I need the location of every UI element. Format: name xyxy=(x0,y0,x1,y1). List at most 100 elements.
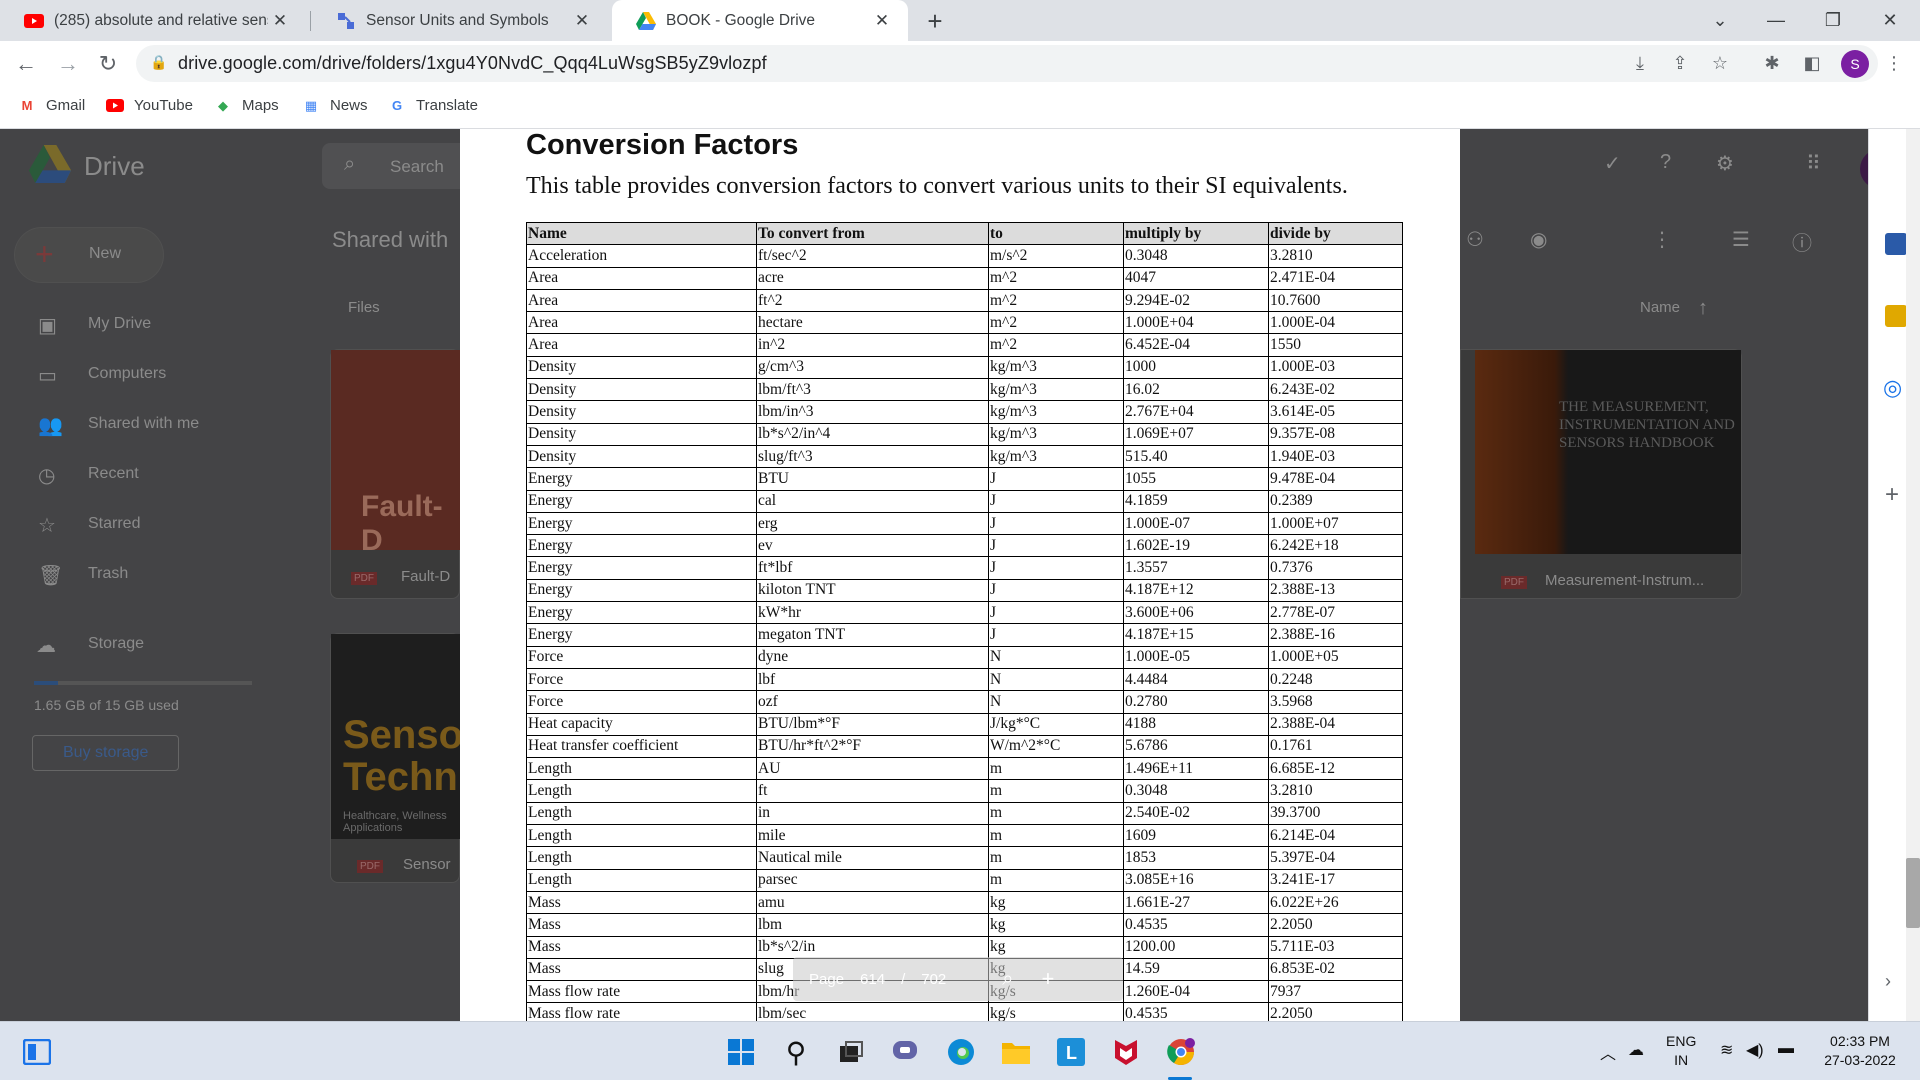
search-input[interactable]: Search xyxy=(322,143,462,189)
table-cell: J xyxy=(988,467,1124,491)
column-header: divide by xyxy=(1268,221,1403,246)
chevron-down-icon[interactable]: ⌄ xyxy=(1690,0,1750,41)
help-icon[interactable]: ? xyxy=(1660,151,1671,174)
nav-storage[interactable]: Storage xyxy=(88,635,144,653)
side-panel-icon[interactable]: ◧ xyxy=(1800,53,1824,74)
app-l-icon[interactable]: L xyxy=(1054,1035,1088,1069)
clock-icon: ◷ xyxy=(38,465,56,487)
page-current[interactable]: 614 xyxy=(860,971,885,988)
volume-icon[interactable]: ◀) xyxy=(1746,1040,1764,1060)
arrow-up-icon[interactable]: ↑ xyxy=(1698,297,1708,320)
zoom-out-icon[interactable]: ⌕ xyxy=(1002,968,1013,991)
table-cell: Area xyxy=(526,266,757,290)
file-card[interactable]: Senso Techn Healthcare, Wellness Applica… xyxy=(330,633,461,883)
table-cell: Length xyxy=(526,779,757,803)
page-indicator[interactable]: Page 614 / 702 ⌕ + xyxy=(793,957,1123,1001)
list-view-icon[interactable]: ☰ xyxy=(1732,227,1750,252)
nav-trash[interactable]: Trash xyxy=(88,565,128,583)
address-bar[interactable]: 🔒 drive.google.com/drive/folders/1xgu4Y0… xyxy=(136,45,1878,82)
table-cell: BTU/hr*ft^2*°F xyxy=(756,734,989,759)
table-cell: 4188 xyxy=(1123,712,1269,736)
file-explorer-icon[interactable] xyxy=(999,1035,1033,1069)
search-icon[interactable]: ⚲ xyxy=(779,1035,813,1069)
add-person-icon[interactable]: ⚇ xyxy=(1466,227,1484,252)
buy-storage-button[interactable]: Buy storage xyxy=(32,735,180,771)
close-icon[interactable]: ✕ xyxy=(268,11,292,31)
file-thumbnail: Fault-D Applica xyxy=(331,350,461,550)
close-window-icon[interactable]: ✕ xyxy=(1860,0,1920,41)
bookmark-youtube[interactable]: YouTube xyxy=(106,97,193,114)
info-icon[interactable]: ⓘ xyxy=(1792,227,1812,256)
share-icon[interactable]: ⇪ xyxy=(1668,53,1692,74)
close-icon[interactable]: ✕ xyxy=(870,11,894,31)
bookmark-gmail[interactable]: M Gmail xyxy=(18,97,86,114)
add-addon-icon[interactable]: + xyxy=(1885,481,1899,509)
chrome-icon[interactable] xyxy=(1164,1035,1198,1069)
table-cell: Mass xyxy=(526,957,757,982)
check-circle-icon[interactable]: ✓ xyxy=(1604,151,1621,176)
bookmark-news[interactable]: ▦ News xyxy=(302,97,368,114)
forward-icon[interactable]: → xyxy=(54,50,82,78)
nav-my-drive[interactable]: My Drive xyxy=(88,315,151,333)
table-cell: lbm/in^3 xyxy=(756,400,989,424)
tasks-icon[interactable]: ◎ xyxy=(1883,375,1902,401)
drive-logo-text[interactable]: Drive xyxy=(84,151,145,182)
gear-icon[interactable]: ⚙ xyxy=(1716,151,1734,176)
extensions-icon[interactable]: ✱ xyxy=(1760,53,1784,74)
scrollbar-thumb[interactable] xyxy=(1906,858,1920,928)
table-row: Density lbm/in^3 kg/m^3 2.767E+04 3.614E-05 xyxy=(526,400,1403,424)
tab-strip: (285) absolute and relative senso ✕ Sens… xyxy=(0,0,1920,41)
chevron-up-icon[interactable]: ︿ xyxy=(1600,1040,1616,1064)
teams-chat-icon[interactable] xyxy=(889,1035,923,1069)
more-icon[interactable]: ⋮ xyxy=(1652,227,1672,252)
close-icon[interactable]: ✕ xyxy=(570,11,594,31)
bookmark-translate[interactable]: G Translate xyxy=(388,97,478,114)
wifi-icon[interactable]: ≋ xyxy=(1720,1040,1733,1060)
new-button[interactable]: + New xyxy=(14,227,164,283)
chevron-right-icon[interactable]: › xyxy=(1885,971,1891,992)
start-icon[interactable] xyxy=(724,1035,758,1069)
eye-icon[interactable]: ◉ xyxy=(1530,227,1547,252)
file-card[interactable]: Fault-D Applica PDF Fault-D xyxy=(330,349,461,599)
task-view-icon[interactable] xyxy=(834,1035,868,1069)
tab-sensor-units[interactable]: Sensor Units and Symbols ✕ xyxy=(312,0,608,41)
bookmark-maps[interactable]: ◆ Maps xyxy=(214,97,279,114)
profile-avatar[interactable]: S xyxy=(1841,50,1869,78)
table-cell: lb*s^2/in^4 xyxy=(756,422,989,446)
edge-icon[interactable] xyxy=(944,1035,978,1069)
tab-google-drive[interactable]: BOOK - Google Drive ✕ xyxy=(612,0,908,41)
battery-icon[interactable]: ▬ xyxy=(1778,1040,1794,1058)
star-icon[interactable]: ☆ xyxy=(1708,53,1732,74)
table-cell: 2.778E-07 xyxy=(1268,601,1403,625)
tab-youtube[interactable]: (285) absolute and relative senso ✕ xyxy=(0,0,306,41)
reload-icon[interactable]: ↻ xyxy=(94,50,122,78)
nav-shared-with-me[interactable]: Shared with me xyxy=(88,415,199,433)
restore-icon[interactable]: ❐ xyxy=(1803,0,1863,41)
apps-grid-icon[interactable]: ⠿ xyxy=(1806,151,1821,176)
calendar-icon[interactable] xyxy=(1885,233,1907,255)
table-row: Force ozf N 0.2780 3.5968 xyxy=(526,690,1403,714)
widgets-icon[interactable] xyxy=(20,1035,54,1069)
new-tab-button[interactable]: + xyxy=(920,6,950,37)
sort-label[interactable]: Name xyxy=(1640,299,1680,316)
language-indicator[interactable]: ENG IN xyxy=(1666,1032,1696,1070)
table-cell: 0.1761 xyxy=(1268,734,1403,759)
keep-icon[interactable] xyxy=(1885,305,1907,327)
nav-computers[interactable]: Computers xyxy=(88,365,166,383)
nav-starred[interactable]: Starred xyxy=(88,515,140,533)
file-card[interactable]: THE MEASUREMENT, INSTRUMENTATION AND SEN… xyxy=(1460,349,1742,599)
table-row: Acceleration ft/sec^2 m/s^2 0.3048 3.2810 xyxy=(526,244,1403,268)
back-icon[interactable]: ← xyxy=(12,50,40,78)
install-icon[interactable]: ⤓ xyxy=(1628,53,1652,74)
table-cell: erg xyxy=(756,511,989,536)
menu-icon[interactable]: ⋮ xyxy=(1882,53,1906,74)
nav-recent[interactable]: Recent xyxy=(88,465,139,483)
zoom-in-icon[interactable]: + xyxy=(1041,966,1054,992)
table-cell: 4.4484 xyxy=(1123,667,1269,692)
table-cell: hectare xyxy=(756,311,989,335)
mcafee-icon[interactable] xyxy=(1109,1035,1143,1069)
minimize-icon[interactable]: — xyxy=(1746,0,1806,41)
table-cell: J xyxy=(988,489,1124,513)
onedrive-icon[interactable]: ☁ xyxy=(1628,1040,1644,1060)
clock[interactable]: 02:33 PM 27-03-2022 xyxy=(1812,1032,1908,1070)
